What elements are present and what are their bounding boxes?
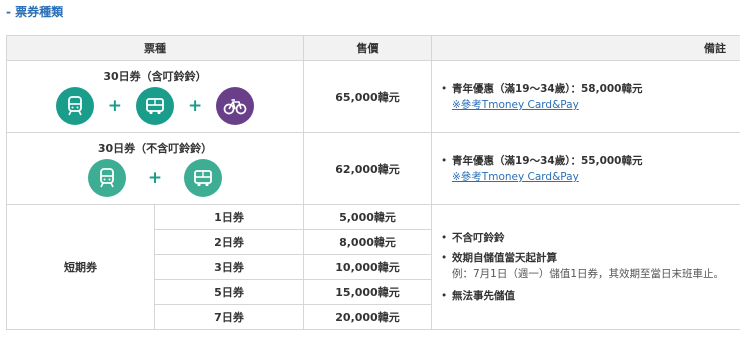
short-pass-price: 20,000韓元 xyxy=(303,304,432,330)
pass-name: 30日券（不含叮鈴鈴） xyxy=(97,141,213,155)
short-pass-name: 5日券 xyxy=(154,279,304,305)
plus-sign: + xyxy=(107,95,122,116)
youth-discount-note: 青年優惠（滿19～34歲）：55,000韓元 xyxy=(440,153,740,169)
tmoney-link[interactable]: ※參考Tmoney Card&Pay xyxy=(440,97,740,112)
bus-icon xyxy=(136,86,174,125)
short-term-label: 短期券 xyxy=(6,204,155,330)
pass30-nobike-cell: 30日券（不含叮鈴鈴） + xyxy=(6,132,304,205)
note-no-bike: 不含叮鈴鈴 xyxy=(440,230,740,246)
short-pass-name: 3日券 xyxy=(154,254,304,280)
short-pass-price: 5,000韓元 xyxy=(303,204,432,230)
short-pass-price: 15,000韓元 xyxy=(303,279,432,305)
transport-icons: + + xyxy=(7,86,303,130)
short-pass-name: 7日券 xyxy=(154,304,304,330)
note-validity: 效期自儲值當天起計算 例：7月1日（週一）儲值1日券，其效期至當日末班車止。 xyxy=(440,250,740,282)
youth-discount-note: 青年優惠（滿19～34歲）：58,000韓元 xyxy=(440,81,740,97)
transport-icons: + xyxy=(7,158,303,202)
fare-table: 票種 售價 備註 30日券（含叮鈴鈴） + + 65,000韓元 • 青年優惠（… xyxy=(6,35,740,330)
table-row: 短期券 1日券 5,000韓元 不含叮鈴鈴 效期自儲值當天起計算 例：7月1日（… xyxy=(6,204,740,330)
pass30-nobike-price: 62,000韓元 xyxy=(303,132,432,205)
short-pass-name: 2日券 xyxy=(154,229,304,255)
table-row: 30日券（含叮鈴鈴） + + 65,000韓元 青年優惠（滿19～34歲）：58… xyxy=(6,60,740,133)
table-row: 30日券（不含叮鈴鈴） + 62,000韓元 青年優惠（滿19～34歲）：55,… xyxy=(6,132,740,205)
pass-name: 30日券（含叮鈴鈴） xyxy=(103,69,207,83)
header-row: 票種 售價 備註 xyxy=(6,35,740,61)
subway-icon xyxy=(87,158,126,197)
note-validity-example: 例：7月1日（週一）儲值1日券，其效期至當日末班車止。 xyxy=(452,268,725,280)
bicycle-icon xyxy=(216,86,255,125)
subway-icon xyxy=(55,86,94,125)
pass30-bike-notes: 青年優惠（滿19～34歲）：58,000韓元 ※參考Tmoney Card&Pa… xyxy=(431,60,740,133)
pass30-bike-price: 65,000韓元 xyxy=(303,60,432,133)
plus-sign: + xyxy=(147,167,163,188)
short-pass-name: 1日券 xyxy=(154,204,304,230)
short-term-notes: 不含叮鈴鈴 效期自儲值當天起計算 例：7月1日（週一）儲值1日券，其效期至當日末… xyxy=(431,204,740,330)
plus-sign: + xyxy=(188,95,203,116)
header-price: 售價 xyxy=(303,35,432,61)
pass30-bike-cell: 30日券（含叮鈴鈴） + + xyxy=(6,60,304,133)
short-pass-price: 8,000韓元 xyxy=(303,229,432,255)
section-title: - 票券種類 xyxy=(6,5,64,19)
short-pass-price: 10,000韓元 xyxy=(303,254,432,280)
bus-icon xyxy=(184,158,223,197)
header-ticket-type: 票種 xyxy=(6,35,304,61)
note-no-precharge: 無法事先儲值 xyxy=(440,288,740,304)
tmoney-link[interactable]: ※參考Tmoney Card&Pay xyxy=(440,169,740,184)
header-notes: 備註 xyxy=(431,35,740,61)
pass30-nobike-notes: 青年優惠（滿19～34歲）：55,000韓元 ※參考Tmoney Card&Pa… xyxy=(431,132,740,205)
